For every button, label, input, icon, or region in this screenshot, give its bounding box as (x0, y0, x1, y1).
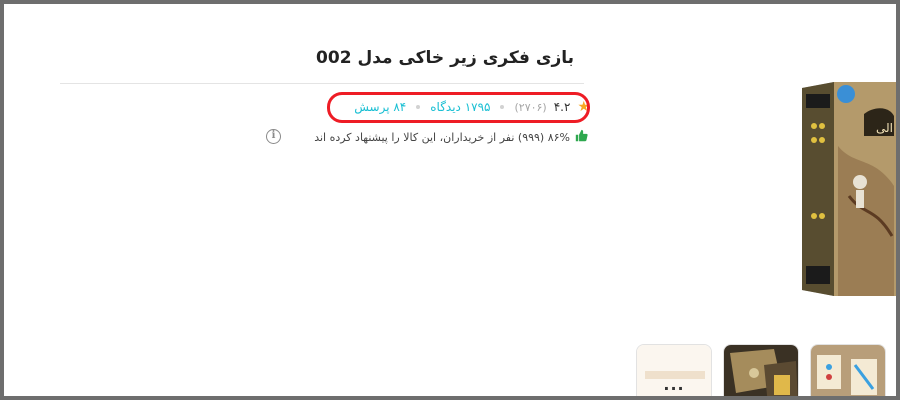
rating-count: (۲۷۰۶) (514, 100, 547, 114)
svg-text:الی: الی (876, 121, 893, 135)
star-icon: ★ (577, 99, 590, 115)
product-meta-row: ★ ۴.۲ (۲۷۰۶) ۱۷۹۵ دیدگاه ۸۴ پرسش (354, 96, 590, 118)
gallery-thumbnail[interactable] (810, 344, 886, 396)
gallery-thumbnails: ... (636, 344, 886, 396)
thumbnail-image (724, 345, 798, 396)
product-title: بازی فکری زیر خاکی مدل 002 (316, 48, 574, 68)
title-divider (60, 83, 584, 84)
separator-dot (416, 105, 421, 109)
recommendation-row: ۸۶% (۹۹۹) نفر از خریداران، این کالا را پ… (314, 128, 588, 146)
product-box-image: الی (794, 76, 896, 298)
info-icon[interactable]: i (266, 129, 281, 144)
separator-dot (500, 105, 505, 109)
recommendation-text: ۸۶% (۹۹۹) نفر از خریداران، این کالا را پ… (314, 130, 570, 144)
gallery-thumbnail[interactable] (723, 344, 799, 396)
page-frame: بازی فکری زیر خاکی مدل 002 ★ ۴.۲ (۲۷۰۶) … (4, 4, 896, 396)
questions-link[interactable]: ۸۴ پرسش (354, 100, 406, 114)
thumbs-up-icon (575, 129, 588, 145)
rating-value: ۴.۲ (553, 100, 571, 114)
thumbnail-image (811, 345, 885, 396)
more-dots-icon: ... (663, 375, 685, 394)
reviews-link[interactable]: ۱۷۹۵ دیدگاه (430, 100, 490, 114)
gallery-more-thumbnail[interactable]: ... (636, 344, 712, 396)
